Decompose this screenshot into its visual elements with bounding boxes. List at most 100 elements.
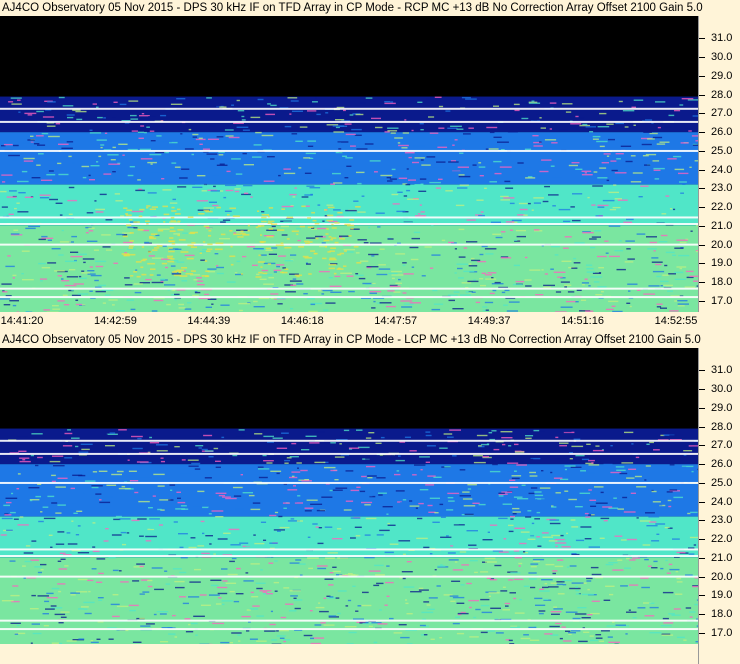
spectrogram-pixel xyxy=(296,227,301,230)
spectrogram-pixel xyxy=(600,491,604,494)
spectrogram-pixel xyxy=(119,103,127,106)
spectrogram-pixel xyxy=(89,132,102,134)
spectrogram-pixel xyxy=(94,279,99,282)
spectrogram-pixel xyxy=(16,624,20,627)
spectrogram-pixel xyxy=(73,283,84,285)
spectrogram-pixel xyxy=(70,255,83,258)
spectrogram-pixel xyxy=(105,219,113,221)
spectrogram-pixel xyxy=(319,610,329,613)
emission-pixel xyxy=(179,275,188,277)
spectrogram-pixel xyxy=(120,581,129,583)
spectrogram-pixel xyxy=(58,173,69,176)
spectrogram-pixel xyxy=(61,280,70,282)
spectrogram-pixel xyxy=(73,512,78,514)
spectrogram-pixel xyxy=(293,485,296,487)
spectrogram-pixel xyxy=(52,305,59,307)
spectrogram-pixel xyxy=(529,527,539,529)
spectrogram-pixel xyxy=(24,196,33,198)
spectrogram-pixel xyxy=(511,477,520,480)
spectrogram-pixel xyxy=(485,309,489,311)
spectrogram-pixel xyxy=(409,500,413,502)
spectrogram-pixel xyxy=(179,546,184,549)
spectrogram-pixel xyxy=(568,498,577,501)
emission-pixel xyxy=(149,208,157,210)
spectrogram-pixel xyxy=(83,181,91,183)
spectrogram-pixel xyxy=(125,492,128,494)
spectrogram-pixel xyxy=(105,528,109,530)
spectrogram-pixel xyxy=(595,502,608,504)
spectrogram-pixel xyxy=(13,144,19,147)
spectrogram-pixel xyxy=(134,491,139,494)
spectrogram-pixel xyxy=(364,143,374,145)
spectrogram-pixel xyxy=(165,266,169,269)
spectrogram-pixel xyxy=(572,219,581,222)
spectrogram-pixel xyxy=(628,290,631,292)
spectrogram-pixel xyxy=(494,281,501,284)
spectrogram-pixel xyxy=(367,477,373,479)
spectrogram-pixel xyxy=(364,196,368,198)
spectrogram-pixel xyxy=(223,532,231,534)
spectrogram-pixel xyxy=(354,134,362,136)
spectrogram-pixel xyxy=(57,300,65,302)
spectrogram-pixel xyxy=(150,163,153,165)
spectrogram-pixel xyxy=(256,587,263,590)
spectrogram-pixel xyxy=(586,268,594,270)
spectrogram-pixel xyxy=(47,159,57,161)
spectrogram-pixel xyxy=(261,134,274,137)
spectrogram-pixel xyxy=(575,168,583,170)
spectrogram-pixel xyxy=(660,285,663,287)
emission-pixel xyxy=(338,267,341,270)
spectrogram-pixel xyxy=(50,472,61,475)
spectrogram-pixel xyxy=(31,433,43,435)
spectrogram-pixel xyxy=(488,592,500,594)
spectrogram-pixel xyxy=(174,636,178,638)
spectrogram-pixel xyxy=(688,130,692,132)
spectrogram-pixel xyxy=(600,517,610,520)
spectrogram-pixel xyxy=(215,492,227,494)
emission-pixel xyxy=(150,268,156,270)
spectrogram-pixel xyxy=(79,277,87,279)
spectrogram-pixel xyxy=(478,445,482,447)
spectrogram-pixel xyxy=(78,451,89,453)
spectrogram-pixel xyxy=(607,191,619,194)
spectrogram-pixel xyxy=(37,144,46,146)
spectrogram-pixel xyxy=(323,597,327,599)
spectrogram-pixel xyxy=(135,189,145,192)
spectrogram-pixel xyxy=(299,126,308,128)
spectrogram-pixel xyxy=(116,233,124,236)
spectrogram-pixel xyxy=(546,100,558,102)
spectrogram-pixel xyxy=(168,633,176,635)
spectrogram-pixel xyxy=(235,593,244,595)
spectrogram-pixel xyxy=(97,597,104,599)
y-tick xyxy=(699,501,705,503)
emission-pixel xyxy=(268,207,274,209)
spectrogram-pixel xyxy=(355,504,358,506)
spectrogram-pixel xyxy=(458,228,465,231)
spectrogram-pixel xyxy=(304,194,313,196)
spectrogram-pixel xyxy=(225,497,237,500)
spectrogram-pixel xyxy=(314,461,326,464)
spectrogram-pixel xyxy=(563,430,572,433)
spectrogram-pixel xyxy=(4,514,12,516)
spectrogram-pixel xyxy=(135,269,138,271)
spectrogram-pixel xyxy=(633,99,644,101)
spectrogram-pixel xyxy=(284,125,292,128)
spectrogram-pixel xyxy=(380,174,393,177)
spectrogram-pixel xyxy=(298,563,306,565)
spectrogram-pixel xyxy=(156,444,168,446)
spectrogram-pixel xyxy=(159,613,167,615)
spectrogram-pixel xyxy=(572,193,583,195)
spectrogram-pixel xyxy=(448,137,452,140)
spectrogram-pixel xyxy=(606,155,610,157)
spectrogram-pixel xyxy=(46,125,56,127)
spectrogram-pixel xyxy=(555,545,558,548)
emission-pixel xyxy=(328,258,337,261)
emission-pixel xyxy=(146,223,149,225)
spectrogram-pixel xyxy=(145,278,152,281)
spectrogram-pixel xyxy=(276,447,288,449)
spectrogram-pixel xyxy=(139,535,144,537)
spectrogram-pixel xyxy=(223,196,227,199)
spectrogram-pixel xyxy=(188,128,192,131)
spectrogram-pixel xyxy=(353,618,364,620)
spectrogram-pixel xyxy=(252,156,262,158)
